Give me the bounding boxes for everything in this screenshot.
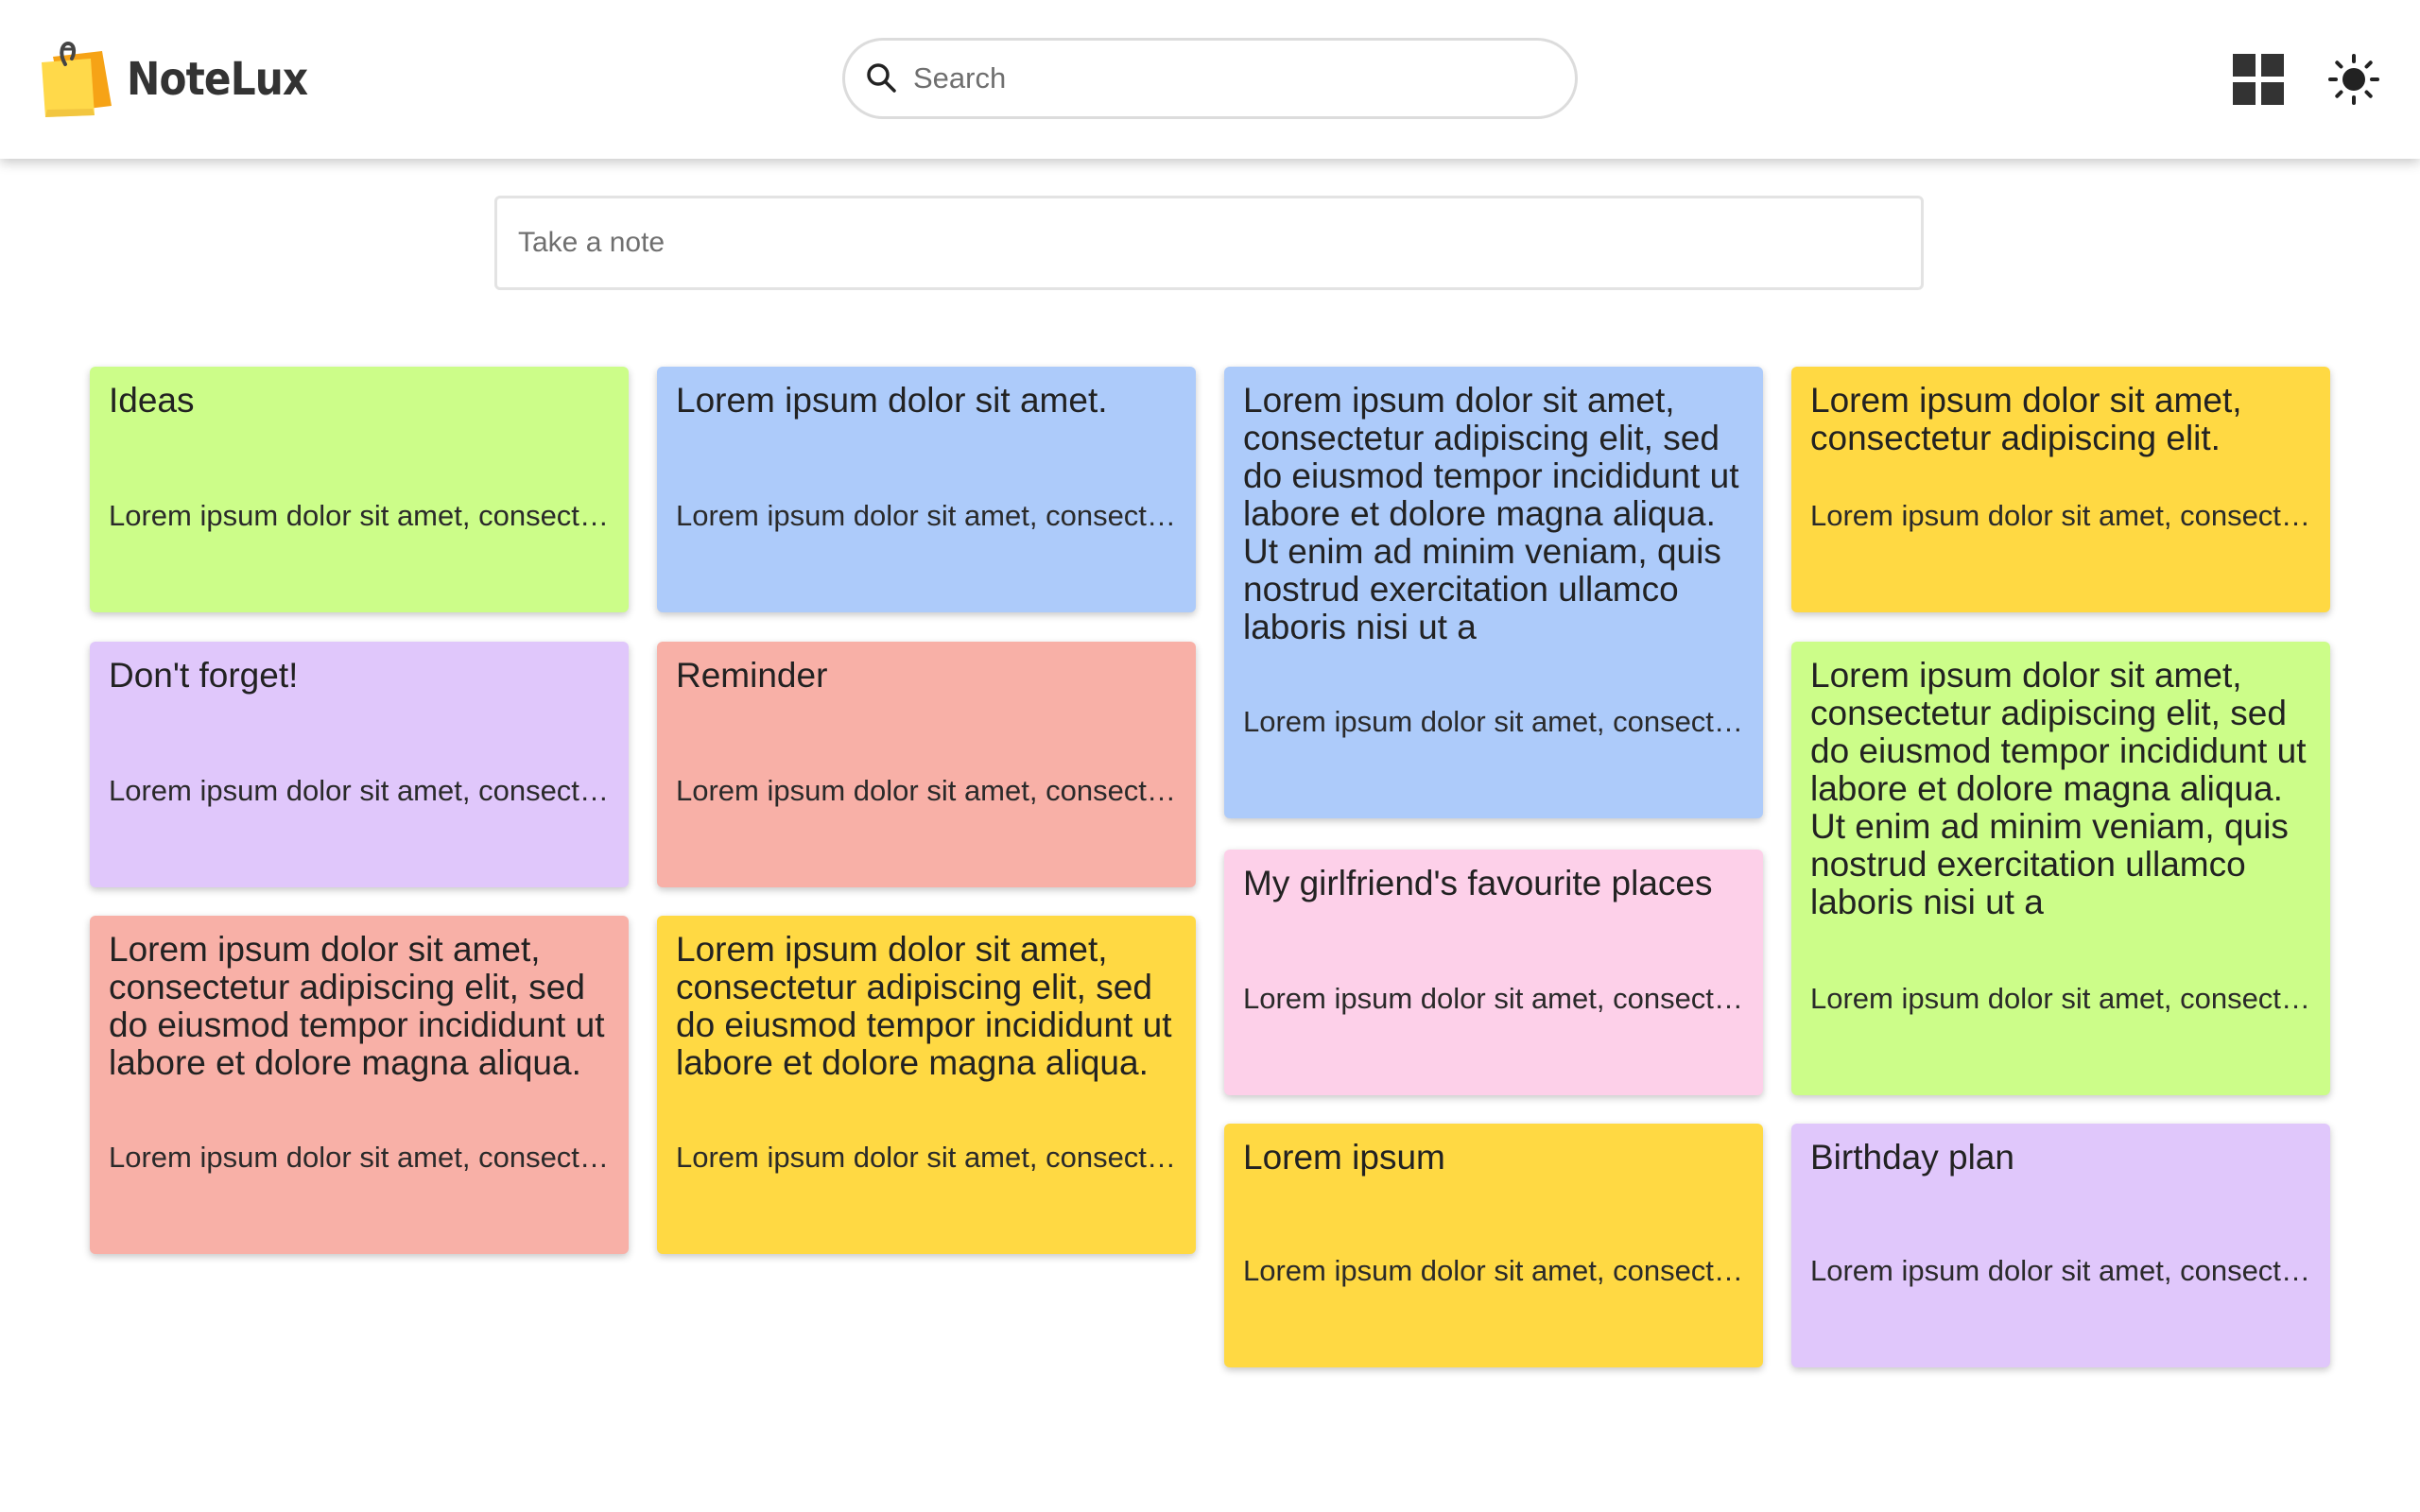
note-title: Lorem ipsum dolor sit amet, consectetur … xyxy=(1810,381,2242,457)
note-card[interactable]: Lorem ipsum dolor sit amet, consectetur … xyxy=(657,916,1196,1254)
brand[interactable]: NoteLux xyxy=(36,40,332,119)
note-body: Lorem ipsum dolor sit amet, consectetur … xyxy=(1243,705,1744,738)
note-title: Lorem ipsum xyxy=(1243,1138,1445,1177)
note-card[interactable]: Lorem ipsum dolor sit amet, consectetur … xyxy=(1224,367,1763,818)
note-body: Lorem ipsum dolor sit amet, consectetur … xyxy=(1810,1254,2311,1287)
note-title: Don't forget! xyxy=(109,656,299,695)
note-body: Lorem ipsum dolor sit amet, consectetur … xyxy=(1243,982,1744,1015)
note-title: Ideas xyxy=(109,381,195,420)
note-body: Lorem ipsum dolor sit amet, consectetur … xyxy=(109,1141,610,1174)
note-body: Lorem ipsum dolor sit amet, consectetur … xyxy=(1810,982,2311,1015)
note-card[interactable]: Lorem ipsum Lorem ipsum dolor sit amet, … xyxy=(1224,1124,1763,1367)
note-body: Lorem ipsum dolor sit amet, consectetur … xyxy=(109,499,610,532)
app-name: NoteLux xyxy=(127,53,308,106)
note-title: Birthday plan xyxy=(1810,1138,2014,1177)
note-title: Lorem ipsum dolor sit amet, consectetur … xyxy=(1243,381,1739,646)
note-title: Lorem ipsum dolor sit amet. xyxy=(676,381,1108,420)
note-card[interactable]: Lorem ipsum dolor sit amet, consectetur … xyxy=(1791,367,2330,612)
note-title: Lorem ipsum dolor sit amet, consectetur … xyxy=(676,930,1172,1082)
note-card[interactable]: Don't forget! Lorem ipsum dolor sit amet… xyxy=(90,642,629,887)
note-card[interactable]: Lorem ipsum dolor sit amet. Lorem ipsum … xyxy=(657,367,1196,612)
note-card[interactable]: Lorem ipsum dolor sit amet, consectetur … xyxy=(90,916,629,1254)
note-title: Lorem ipsum dolor sit amet, consectetur … xyxy=(109,930,605,1082)
note-title: Reminder xyxy=(676,656,828,695)
sun-icon[interactable] xyxy=(2327,53,2380,106)
note-card[interactable]: Ideas Lorem ipsum dolor sit amet, consec… xyxy=(90,367,629,612)
app-header: NoteLux xyxy=(0,0,2420,159)
search-icon xyxy=(864,60,900,96)
note-card[interactable]: Lorem ipsum dolor sit amet, consectetur … xyxy=(1791,642,2330,1095)
note-body: Lorem ipsum dolor sit amet, consectetur … xyxy=(1243,1254,1744,1287)
note-title: My girlfriend's favourite places xyxy=(1243,864,1713,902)
note-body: Lorem ipsum dolor sit amet, consectetur … xyxy=(109,774,610,807)
search-input[interactable] xyxy=(913,50,1518,107)
note-body: Lorem ipsum dolor sit amet, consectetur … xyxy=(1810,499,2311,532)
sticky-note-logo-icon xyxy=(36,40,113,119)
note-card[interactable]: Birthday plan Lorem ipsum dolor sit amet… xyxy=(1791,1124,2330,1367)
note-body: Lorem ipsum dolor sit amet, consectetur … xyxy=(676,1141,1177,1174)
note-card[interactable]: My girlfriend's favourite places Lorem i… xyxy=(1224,850,1763,1095)
note-title: Lorem ipsum dolor sit amet, consectetur … xyxy=(1810,656,2307,921)
search-bar[interactable] xyxy=(842,38,1578,119)
note-body: Lorem ipsum dolor sit amet, consectetur … xyxy=(676,774,1177,807)
note-body: Lorem ipsum dolor sit amet, consectetur … xyxy=(676,499,1177,532)
grid-view-icon[interactable] xyxy=(2233,54,2284,105)
note-card[interactable]: Reminder Lorem ipsum dolor sit amet, con… xyxy=(657,642,1196,887)
notes-grid: Ideas Lorem ipsum dolor sit amet, consec… xyxy=(0,0,2420,1512)
